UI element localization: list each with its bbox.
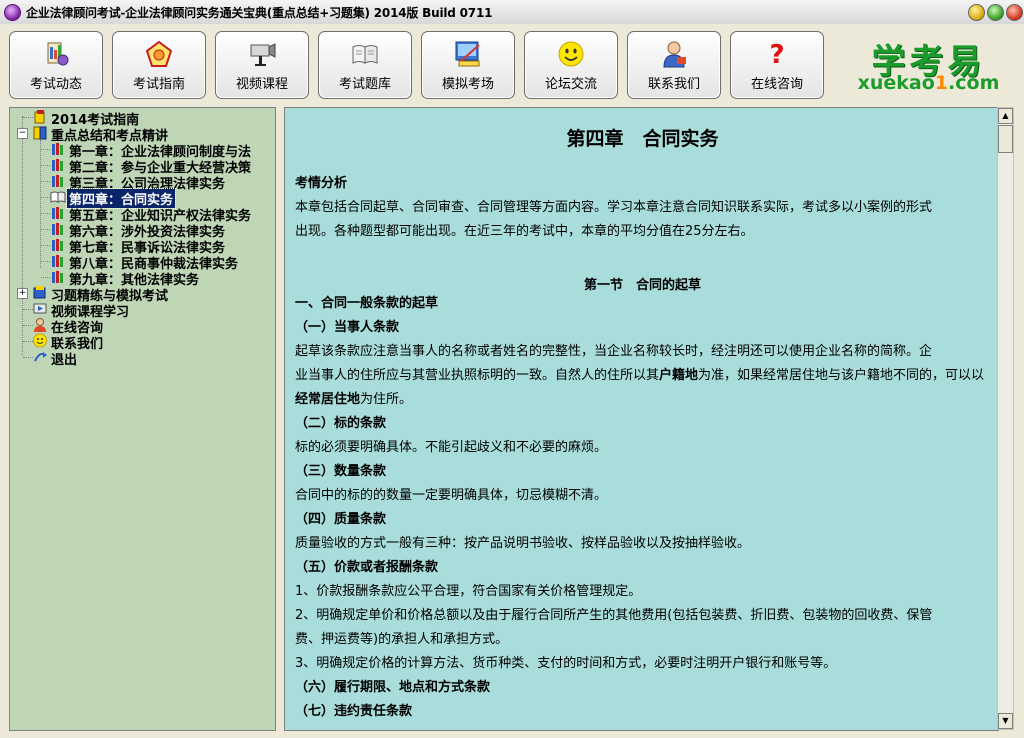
subject-text: 标的必须要明确具体。不能引起歧义和不必要的麻烦。 [295, 440, 608, 455]
tree-line [41, 245, 50, 246]
exit-icon [34, 352, 47, 362]
navigation-tree[interactable]: 2014考试指南 − 重点总结和考点精讲 第一章：企业法律顾问制度与法 第二章：… [9, 107, 276, 731]
tree-line [41, 213, 50, 214]
question-bank-button[interactable]: 考试题库 [318, 31, 412, 99]
maximize-button[interactable] [987, 4, 1004, 21]
parties-text-line-2: 业当事人的住所应与其营业执照标明的一致。自然人的住所以其户籍地为准，如果经常居住… [295, 368, 985, 383]
heading-subject-clause: （二）标的条款 [295, 416, 387, 431]
forum-label: 论坛交流 [544, 77, 597, 92]
chapter-title: 第四章 合同实务 [566, 128, 719, 150]
collapse-toggle-icon[interactable]: − [17, 128, 28, 139]
heading-liability-clause: （七）违约责任条款 [295, 704, 413, 719]
heading-quantity-clause: （三）数量条款 [295, 464, 387, 479]
scroll-down-arrow-icon[interactable]: ▼ [998, 713, 1013, 729]
logo-english: xuekao1.com [857, 72, 1000, 94]
scroll-thumb[interactable] [998, 125, 1013, 153]
price-text-1: 1、价款报酬条款应公平合理，符合国家有关价格管理规定。 [295, 584, 642, 599]
guide-book-icon [34, 110, 45, 124]
consult-person-icon [34, 318, 46, 332]
tree-line [41, 197, 50, 198]
video-icon [33, 303, 47, 314]
price-text-2: 2、明确规定单价和价格总额以及由于履行合同所产生的其他费用(包括包装费、折旧费、… [295, 608, 933, 623]
chapter-books-icon [52, 175, 63, 187]
heading-performance-clause: （六）履行期限、地点和方式条款 [295, 680, 491, 695]
exam-guide-label: 考试指南 [132, 77, 185, 92]
exam-guide-button[interactable]: 考试指南 [112, 31, 206, 99]
contact-person-icon [663, 41, 686, 68]
svg-text:?: ? [769, 40, 784, 69]
chapter-books-icon [52, 239, 63, 251]
exercise-books-icon [33, 286, 46, 299]
open-book-icon [50, 191, 66, 203]
chapter-books-icon [52, 223, 63, 235]
chapter-books-icon [52, 271, 63, 283]
heading-parties-clause: （一）当事人条款 [295, 320, 400, 335]
heading-general-clauses: 一、合同一般条款的起草 [295, 296, 439, 311]
parties-text-line-1: 起草该条款应注意当事人的名称或者姓名的完整性，当企业名称较长时，经注明还可以使用… [295, 344, 933, 359]
app-icon[interactable] [4, 4, 21, 21]
question-bank-icon [352, 45, 378, 64]
tree-line [40, 140, 41, 268]
forum-smiley-icon [558, 41, 584, 67]
tree-line [41, 229, 50, 230]
question-bank-label: 考试题库 [338, 77, 391, 92]
exam-guide-icon [145, 40, 173, 67]
content-scrollbar[interactable]: ▲ ▼ [997, 107, 1014, 730]
chapter-books-icon [52, 143, 63, 155]
quantity-text: 合同中的标的的数量一定要明确具体，切忌模糊不清。 [295, 488, 608, 503]
video-course-label: 视频课程 [235, 77, 288, 92]
mock-exam-label: 模拟考场 [441, 77, 494, 92]
tree-line [41, 277, 50, 278]
window-title: 企业法律顾问考试-企业法律顾问实务通关宝典(重点总结+习题集) 2014版 Bu… [26, 6, 493, 20]
price-text-2-cont: 费、押运费等)的承担人和承担方式。 [295, 632, 509, 647]
toolbar: 考试动态 考试指南 视频课程 考试题库 模拟考场 论坛交流 联系我们 ? 在线咨… [0, 24, 1024, 102]
chapter-books-icon [52, 207, 63, 219]
contact-us-button[interactable]: 联系我们 [627, 31, 721, 99]
analysis-text-line-1: 本章包括合同起草、合同审查、合同管理等方面内容。学习本章注意合同知识联系实际，考… [295, 200, 933, 215]
price-text-3: 3、明确规定价格的计算方法、货币种类、支付的时间和方式，必要时注明开户银行和账号… [295, 656, 837, 671]
quality-text: 质量验收的方式一般有三种：按产品说明书验收、按样品验收以及按抽样验收。 [295, 536, 751, 551]
video-course-button[interactable]: 视频课程 [215, 31, 309, 99]
analysis-heading: 考情分析 [295, 176, 348, 191]
online-consult-label: 在线咨询 [750, 77, 803, 92]
scroll-up-arrow-icon[interactable]: ▲ [998, 108, 1013, 124]
exam-news-button[interactable]: 考试动态 [9, 31, 103, 99]
chapter-books-icon [52, 159, 63, 171]
heading-quality-clause: （四）质量条款 [295, 512, 387, 527]
forum-button[interactable]: 论坛交流 [524, 31, 618, 99]
tree-line [22, 116, 23, 356]
heading-price-clause: （五）价款或者报酬条款 [295, 560, 439, 575]
exam-news-label: 考试动态 [29, 77, 82, 92]
tree-line [41, 165, 50, 166]
analysis-text-line-2: 出现。各种题型都可能出现。在近三年的考试中，本章的平均分值在25分左右。 [295, 224, 754, 239]
close-button[interactable] [1006, 4, 1023, 21]
question-mark-icon: ? [769, 40, 784, 69]
tree-line [41, 181, 50, 182]
exam-news-icon [47, 42, 69, 66]
site-logo: 学考易 xuekao1.com [856, 34, 1001, 96]
video-course-icon [250, 43, 276, 66]
tree-line [41, 261, 50, 262]
tree-line [41, 149, 50, 150]
contact-us-label: 联系我们 [647, 77, 700, 92]
minimize-button[interactable] [968, 4, 985, 21]
content-panel[interactable]: 第四章 合同实务 考情分析 本章包括合同起草、合同审查、合同管理等方面内容。学习… [284, 107, 999, 731]
smiley-icon [33, 333, 47, 348]
book-folder-icon [33, 126, 47, 140]
online-consult-button[interactable]: ? 在线咨询 [730, 31, 824, 99]
chapter-books-icon [52, 255, 63, 267]
expand-toggle-icon[interactable]: + [17, 288, 28, 299]
parties-text-line-3: 经常居住地为住所。 [295, 392, 413, 407]
mock-exam-button[interactable]: 模拟考场 [421, 31, 515, 99]
title-bar[interactable]: 企业法律顾问考试-企业法律顾问实务通关宝典(重点总结+习题集) 2014版 Bu… [0, 0, 1024, 25]
mock-exam-icon [455, 41, 480, 67]
